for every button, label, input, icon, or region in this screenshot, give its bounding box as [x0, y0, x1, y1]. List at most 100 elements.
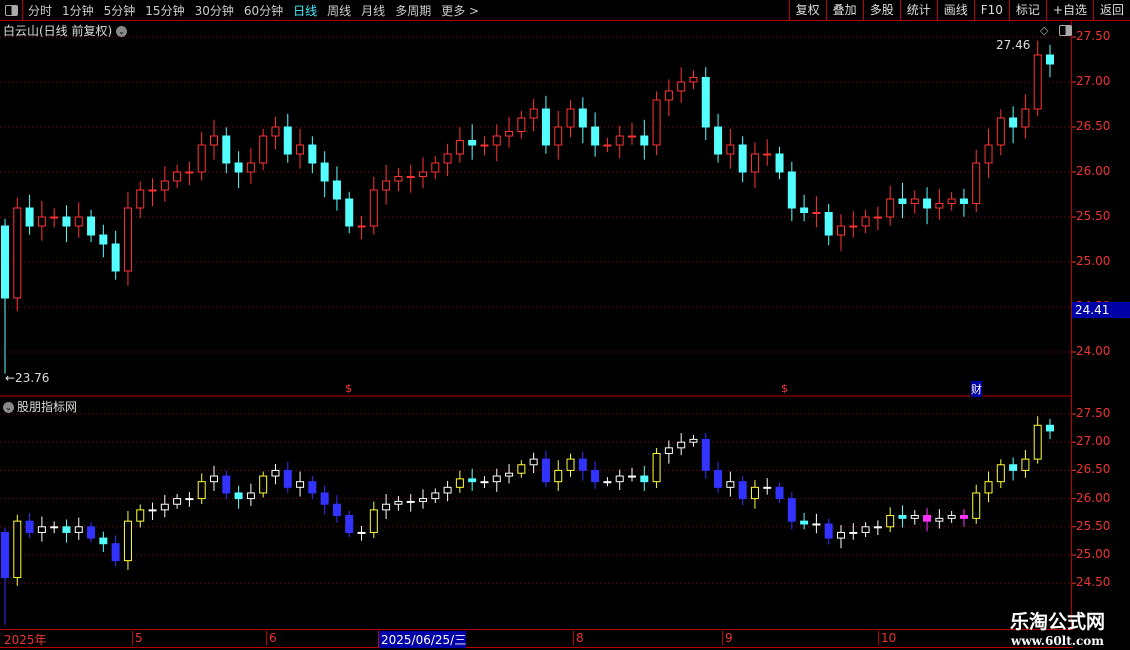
- indicator-bar: [554, 469, 563, 483]
- indicator-bar: [738, 481, 747, 500]
- candle-body: [923, 198, 932, 209]
- indicator-bar: [640, 475, 649, 483]
- indicator-bar: [861, 526, 870, 533]
- indicator-bar: [222, 475, 231, 494]
- candle-body: [1033, 54, 1042, 110]
- indicator-bar: [824, 523, 833, 539]
- indicator-bar: [775, 486, 784, 500]
- indicator-bar: [910, 515, 919, 519]
- indicator-bar: [1046, 424, 1054, 432]
- candle-body: [345, 198, 354, 227]
- indicator-bar: [898, 515, 907, 519]
- indicator-bar: [529, 458, 538, 466]
- price-tick: 27.50: [1076, 29, 1111, 43]
- candle-body: [628, 135, 636, 138]
- indicator-bar: [652, 452, 661, 483]
- date-label: 6: [266, 631, 277, 645]
- candle-body: [812, 212, 821, 214]
- candle-body: [419, 171, 427, 177]
- indicator-bar: [185, 498, 194, 501]
- indicator-tick: 25.50: [1076, 518, 1111, 533]
- indicator-bar: [111, 543, 120, 562]
- indicator-bar: [800, 520, 809, 525]
- diamond-icon[interactable]: ◇: [1040, 24, 1048, 37]
- candle-body: [13, 207, 22, 299]
- candle-body: [578, 108, 587, 128]
- indicator-tick: 25.00: [1076, 547, 1111, 561]
- indicator-bar: [591, 469, 600, 483]
- indicator-bar: [628, 475, 636, 478]
- date-axis: 2025年 5 6 2025/06/25/三 8 9 10: [0, 629, 1073, 648]
- event-marker[interactable]: $: [781, 382, 788, 395]
- candle-body: [714, 126, 723, 155]
- candle-body: [320, 162, 329, 182]
- indicator-bar: [345, 515, 354, 533]
- indicator-bar: [468, 478, 477, 483]
- candle-body: [738, 144, 747, 173]
- indicator-bar: [283, 469, 292, 488]
- watermark-logo: 乐淘公式网 www.60lt.com: [1009, 611, 1105, 648]
- candle-body: [480, 144, 489, 147]
- indicator-bar: [505, 472, 514, 477]
- candle-body: [222, 135, 231, 164]
- candle-body: [898, 198, 907, 204]
- layout-icon[interactable]: [1059, 25, 1072, 36]
- indicator-bar: [812, 523, 821, 526]
- indicator-bar: [664, 447, 673, 454]
- candle-body: [996, 117, 1005, 146]
- indicator-bar: [996, 464, 1005, 483]
- indicator-bar: [210, 475, 218, 483]
- finance-marker[interactable]: 财: [971, 381, 982, 397]
- candle-body: [750, 153, 759, 173]
- candle-body: [529, 108, 538, 119]
- indicator-bar: [1021, 458, 1030, 471]
- candle-body: [492, 135, 501, 146]
- candle-body: [357, 225, 366, 228]
- indicator-bar: [763, 486, 772, 489]
- candle-body: [886, 198, 895, 218]
- candle-body: [959, 198, 968, 204]
- current-price-tag: 24.41: [1072, 302, 1130, 318]
- candle-body: [837, 225, 845, 236]
- indicator-tick: 26.50: [1076, 462, 1111, 477]
- candle-body: [160, 180, 169, 191]
- candle-body: [271, 126, 280, 137]
- candle-body: [259, 135, 268, 164]
- indicator-bar: [87, 526, 96, 539]
- candle-body: [566, 108, 575, 128]
- candle-body: [652, 99, 661, 146]
- candle-body: [99, 234, 108, 245]
- candle-body: [935, 203, 944, 209]
- candle-body: [591, 126, 600, 146]
- indicator-bar: [123, 520, 132, 562]
- indicator-bar: [234, 492, 243, 500]
- candle-body: [111, 243, 120, 272]
- candle-body: [210, 135, 218, 146]
- indicator-bar: [886, 515, 895, 528]
- indicator-bar: [615, 475, 624, 483]
- indicator-bar: [959, 515, 968, 519]
- indicator-tick: 27.50: [1076, 406, 1111, 420]
- price-chart[interactable]: [0, 0, 1130, 650]
- indicator-bar: [50, 526, 59, 529]
- indicator-bar: [62, 526, 71, 533]
- indicator-bar: [677, 441, 686, 449]
- candle-body: [849, 225, 858, 228]
- indicator-bar: [443, 486, 452, 494]
- event-marker[interactable]: $: [345, 382, 352, 395]
- candle-body: [775, 153, 784, 173]
- candle-body: [664, 90, 673, 101]
- indicator-bar: [25, 520, 34, 533]
- date-label: 2025年: [4, 633, 47, 647]
- candle-body: [136, 189, 145, 209]
- indicator-bar: [1009, 464, 1018, 471]
- cursor-date: 2025/06/25/三: [378, 631, 467, 648]
- indicator-bar: [984, 481, 993, 494]
- candle-body: [455, 140, 464, 155]
- indicator-bar: [99, 537, 108, 545]
- candle-body: [50, 216, 59, 219]
- indicator-bar: [517, 464, 526, 474]
- indicator-bar: [13, 520, 22, 579]
- indicator-bar: [480, 481, 489, 484]
- indicator-bar: [74, 526, 83, 533]
